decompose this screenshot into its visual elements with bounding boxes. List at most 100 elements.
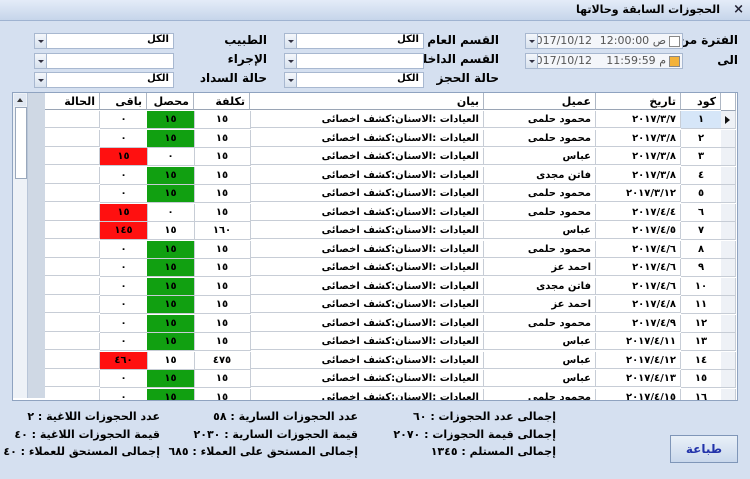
cell-date[interactable]: ٢٠١٧/٤/٦ [596,240,681,258]
cell-collected[interactable]: ١٥ [147,277,195,296]
from-datetime-picker[interactable]: 12:00:00 ص 2017/10/12 [525,33,683,49]
row-indicator[interactable] [721,148,736,166]
cell-status[interactable] [45,259,100,276]
cell-remaining[interactable]: ١٥ [100,148,148,166]
cell-client[interactable]: محمود حلمى [484,203,596,221]
cell-status[interactable] [45,222,100,239]
cell-client[interactable]: محمود حلمى [484,129,596,147]
cell-remaining[interactable]: ٠ [100,277,148,296]
cell-collected[interactable]: ١٥ [147,240,195,259]
header-remaining[interactable]: باقى [100,93,147,110]
cell-statement[interactable]: العيادات :الاسنان:كشف اخصائى [250,222,484,239]
cell-status[interactable] [45,296,100,313]
cell-date[interactable]: ٢٠١٧/٤/١٢ [596,351,681,369]
chevron-down-icon[interactable] [35,34,47,48]
cell-remaining[interactable]: ٠ [100,129,148,148]
cell-date[interactable]: ٢٠١٧/٤/١١ [596,333,681,350]
cell-collected[interactable]: ١٥ [147,185,195,203]
row-indicator[interactable] [721,370,736,388]
cell-collected[interactable]: ١٥ [147,222,195,240]
cell-client[interactable]: عباس [484,333,596,350]
cell-cost[interactable]: ١٥ [194,185,251,203]
cell-statement[interactable]: العيادات :الاسنان:كشف اخصائى [250,129,484,147]
cell-date[interactable]: ٢٠١٧/٣/١٢ [596,185,681,202]
row-indicator[interactable] [721,129,736,148]
cell-client[interactable]: فاتن مجدى [484,277,596,295]
cell-date[interactable]: ٢٠١٧/٤/٨ [596,296,681,313]
cell-statement[interactable]: العيادات :الاسنان:كشف اخصائى [250,314,484,332]
cell-statement[interactable]: العيادات :الاسنان:كشف اخصائى [250,240,484,258]
cell-code[interactable]: ١١ [681,296,722,314]
header-collected[interactable]: محصل [147,93,194,110]
cell-collected[interactable]: ١٥ [147,333,195,351]
cell-statement[interactable]: العيادات :الاسنان:كشف اخصائى [250,111,484,128]
cell-date[interactable]: ٢٠١٧/٤/٩ [596,314,681,332]
cell-date[interactable]: ٢٠١٧/٤/٦ [596,277,681,295]
cell-status[interactable] [45,185,100,202]
cell-collected[interactable]: ١٥ [147,111,195,129]
cell-client[interactable]: محمود حلمى [484,314,596,332]
cell-collected[interactable]: ٠ [147,203,195,222]
cell-remaining[interactable]: ٠ [100,296,148,314]
cell-statement[interactable]: العيادات :الاسنان:كشف اخصائى [250,203,484,221]
cell-statement[interactable]: العيادات :الاسنان:كشف اخصائى [250,333,484,350]
cell-collected[interactable]: ١٥ [147,370,195,388]
chevron-down-icon[interactable] [285,73,297,87]
booking-status-select[interactable]: الكل [284,72,424,88]
cell-remaining[interactable]: ٤٦٠ [100,351,148,370]
chevron-down-icon[interactable] [35,54,47,68]
cell-status[interactable] [45,148,100,165]
row-indicator[interactable] [721,388,736,400]
cell-status[interactable] [45,129,100,147]
cell-client[interactable]: محمود حلمى [484,185,596,202]
row-indicator[interactable] [721,185,736,203]
cell-client[interactable]: احمد عز [484,296,596,313]
cell-code[interactable]: ١٣ [681,333,722,351]
cell-remaining[interactable]: ٠ [100,166,148,185]
cell-code[interactable]: ٥ [681,185,722,203]
row-indicator[interactable] [721,296,736,314]
cell-client[interactable]: عباس [484,351,596,369]
cell-status[interactable] [45,333,100,350]
scroll-up-icon[interactable] [14,94,26,106]
payment-status-select[interactable]: الكل [34,72,174,88]
cell-collected[interactable]: ٠ [147,148,195,166]
scrollbar-thumb[interactable] [15,107,27,179]
cell-collected[interactable]: ١٥ [147,129,195,148]
cell-collected[interactable]: ١٥ [147,259,195,277]
cell-cost[interactable]: ١٥ [194,148,251,166]
cell-cost[interactable]: ١٥ [194,388,251,400]
row-indicator[interactable] [721,240,736,259]
cell-statement[interactable]: العيادات :الاسنان:كشف اخصائى [250,148,484,165]
cell-code[interactable]: ١٢ [681,314,722,333]
cell-status[interactable] [45,370,100,387]
cell-date[interactable]: ٢٠١٧/٣/٧ [596,111,681,128]
row-indicator[interactable] [721,222,736,240]
header-code[interactable]: كود [681,93,721,110]
cell-code[interactable]: ١ [681,111,722,129]
row-indicator[interactable] [721,259,736,277]
calendar-dropdown-icon[interactable] [526,34,538,48]
cell-cost[interactable]: ١٥ [194,277,251,296]
cell-statement[interactable]: العيادات :الاسنان:كشف اخصائى [250,351,484,369]
header-client[interactable]: عميل [484,93,596,110]
cell-statement[interactable]: العيادات :الاسنان:كشف اخصائى [250,296,484,313]
cell-client[interactable]: محمود حلمى [484,111,596,128]
cell-status[interactable] [45,277,100,295]
cell-code[interactable]: ٩ [681,259,722,277]
cell-client[interactable]: فاتن مجدى [484,166,596,184]
cell-client[interactable]: عباس [484,222,596,239]
cell-remaining[interactable]: ١٤٥ [100,222,148,240]
cell-status[interactable] [45,314,100,332]
bookings-grid[interactable]: الحالة باقى محصل تكلفة بيان عميل تاريخ ك… [12,92,738,401]
cell-remaining[interactable]: ٠ [100,259,148,277]
cell-statement[interactable]: العيادات :الاسنان:كشف اخصائى [250,166,484,184]
cell-cost[interactable]: ١٦٠ [194,222,251,240]
procedure-select[interactable] [34,53,174,69]
cell-client[interactable]: احمد عز [484,259,596,276]
row-indicator[interactable] [721,111,736,129]
cell-cost[interactable]: ١٥ [194,259,251,277]
cell-statement[interactable]: العيادات :الاسنان:كشف اخصائى [250,259,484,276]
cell-client[interactable]: محمود حلمى [484,240,596,258]
cell-status[interactable] [45,240,100,258]
